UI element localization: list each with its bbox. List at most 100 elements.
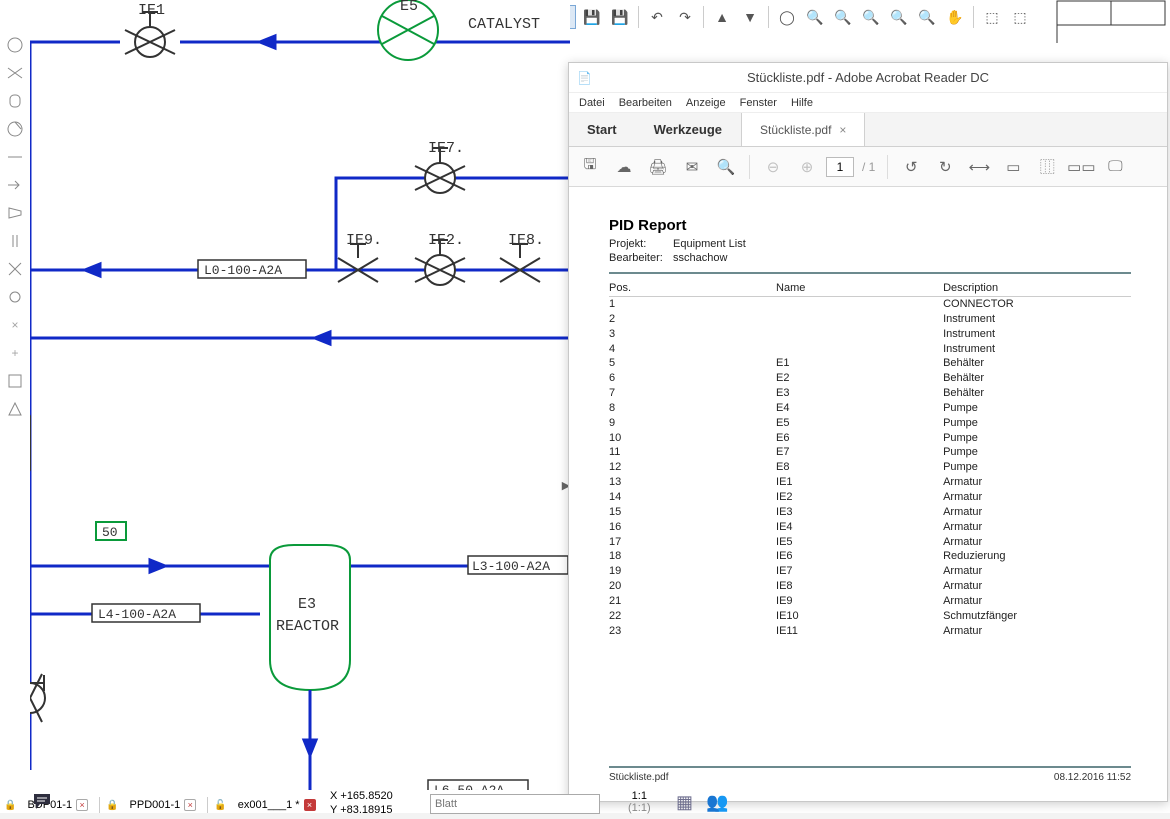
table-row: 11E7Pumpe <box>609 445 1131 460</box>
pdf-page[interactable]: PID Report Projekt:Equipment List Bearbe… <box>579 197 1161 797</box>
report-table: Pos. Name Description 1CONNECTOR2Instrum… <box>609 280 1131 638</box>
tab-document[interactable]: Stückliste.pdf× <box>741 113 865 146</box>
rotate-ccw-icon[interactable]: ↺ <box>896 152 926 182</box>
table-row: 14IE2Armatur <box>609 490 1131 505</box>
label-ie9: IE9. <box>346 232 382 249</box>
palette-circle-icon[interactable] <box>4 286 26 308</box>
palette-check-icon[interactable] <box>4 258 26 280</box>
page-number-input[interactable] <box>826 157 854 177</box>
palette-arrow-icon[interactable] <box>4 174 26 196</box>
zoom-previous-icon[interactable]: 🔍 <box>887 5 911 29</box>
projekt-value: Equipment List <box>673 238 746 250</box>
menu-hilfe[interactable]: Hilfe <box>791 97 813 109</box>
menu-datei[interactable]: Datei <box>579 97 605 109</box>
footer-file: Stückliste.pdf <box>609 772 668 783</box>
search-icon[interactable]: 🔍 <box>711 152 741 182</box>
palette-cross-icon[interactable]: × <box>4 314 26 336</box>
toolbar-sep <box>703 6 704 28</box>
menu-fenster[interactable]: Fenster <box>740 97 777 109</box>
palette-reducer-icon[interactable] <box>4 202 26 224</box>
save-all-icon[interactable]: 💾 <box>608 5 632 29</box>
tab-tools[interactable]: Werkzeuge <box>636 113 741 146</box>
palette-flange-icon[interactable] <box>4 230 26 252</box>
symbol-palette: × + <box>0 30 30 420</box>
close-icon[interactable]: × <box>76 799 88 811</box>
pan-icon[interactable]: ✋ <box>943 5 967 29</box>
mirror-h-icon[interactable]: ▲ <box>710 5 734 29</box>
fullscreen-icon[interactable]: 🖵 <box>1100 152 1130 182</box>
page-up-icon[interactable]: ⊖ <box>758 152 788 182</box>
projekt-label: Projekt: <box>609 238 673 250</box>
label-catalyst: CATALYST <box>468 16 540 33</box>
select-window-icon[interactable]: ⬚ <box>980 5 1004 29</box>
close-icon[interactable]: × <box>304 799 316 811</box>
file-tab[interactable]: ex001___1 *× <box>233 797 321 813</box>
table-row: 7E3Behälter <box>609 386 1131 401</box>
palette-tank-icon[interactable] <box>4 90 26 112</box>
rotate-cw-icon[interactable]: ↻ <box>930 152 960 182</box>
cloud-icon[interactable]: ☁ <box>609 152 639 182</box>
label-ie7: IE7. <box>428 140 464 157</box>
layers-icon[interactable]: ▦ <box>676 792 693 813</box>
save-icon[interactable]: 💾 <box>580 5 604 29</box>
coord-x: X +165.8520 <box>330 790 393 804</box>
label-e5: E5 <box>400 0 418 15</box>
label-50: 50 <box>102 525 118 540</box>
report-title: PID Report <box>609 217 1131 234</box>
zoom-window-icon[interactable]: 🔍 <box>859 5 883 29</box>
ratio-top: 1:1 <box>628 790 651 802</box>
col-desc: Description <box>943 280 1131 297</box>
zoom-out-icon[interactable]: 🔍 <box>831 5 855 29</box>
menu-bearbeiten[interactable]: Bearbeiten <box>619 97 672 109</box>
menu-anzeige[interactable]: Anzeige <box>686 97 726 109</box>
table-row: 23IE11Armatur <box>609 624 1131 639</box>
scroll-icon[interactable]: ⿲ <box>1032 152 1062 182</box>
tab-start[interactable]: Start <box>569 113 636 146</box>
close-icon[interactable]: × <box>184 799 196 811</box>
label-ie4: IE4 <box>30 707 35 734</box>
pid-canvas[interactable]: IE1 IE7. IE9. IE2. IE8. L0-100-A2A 50 L3… <box>30 0 570 790</box>
palette-plus-icon[interactable]: + <box>4 342 26 364</box>
palette-misc-icon[interactable] <box>4 370 26 392</box>
palette-misc2-icon[interactable] <box>4 398 26 420</box>
mirror-v-icon[interactable]: ▼ <box>738 5 762 29</box>
zoom-realtime-icon[interactable]: 🔍 <box>915 5 939 29</box>
ratio-bot: (1:1) <box>628 802 651 814</box>
unlock-icon: 🔓 <box>214 800 226 811</box>
fit-width-icon[interactable]: ⟷ <box>964 152 994 182</box>
table-row: 8E4Pumpe <box>609 401 1131 416</box>
palette-pump-icon[interactable] <box>4 118 26 140</box>
print-icon[interactable]: 🖨 <box>643 152 673 182</box>
bearbeiter-value: sschachow <box>673 252 727 264</box>
label-l6: L6-50-A2A <box>434 783 504 790</box>
two-page-icon[interactable]: ▭▭ <box>1066 152 1096 182</box>
label-l0: L0-100-A2A <box>204 263 282 278</box>
redo-icon[interactable]: ↷ <box>673 5 697 29</box>
toolbar-sep <box>887 155 888 179</box>
undo-icon[interactable]: ↶ <box>645 5 669 29</box>
pdf-window: 📄 Stückliste.pdf - Adobe Acrobat Reader … <box>568 62 1168 802</box>
pdf-titlebar[interactable]: 📄 Stückliste.pdf - Adobe Acrobat Reader … <box>569 63 1167 93</box>
palette-line-icon[interactable] <box>4 146 26 168</box>
palette-valve-icon[interactable] <box>4 62 26 84</box>
zoom-extents-icon[interactable]: ◯ <box>775 5 799 29</box>
chat-icon[interactable] <box>32 792 54 815</box>
file-tab[interactable]: PPD001-1× <box>125 797 202 813</box>
close-tab-icon[interactable]: × <box>839 123 846 137</box>
save-icon[interactable]: 🖫 <box>575 152 605 182</box>
label-ie1: IE1 <box>138 2 165 19</box>
blatt-input[interactable] <box>430 794 600 814</box>
objects-icon[interactable]: 👥 <box>706 792 728 813</box>
zoom-ratio: 1:1 (1:1) <box>628 790 651 814</box>
footer-date: 08.12.2016 11:52 <box>1054 772 1131 783</box>
table-row: 22IE10Schmutzfänger <box>609 609 1131 624</box>
label-e3a: E3 <box>298 596 316 613</box>
pdf-tabs: Start Werkzeuge Stückliste.pdf× <box>569 113 1167 147</box>
zoom-in-icon[interactable]: 🔍 <box>803 5 827 29</box>
palette-instrument-icon[interactable] <box>4 34 26 56</box>
mail-icon[interactable]: ✉ <box>677 152 707 182</box>
single-page-icon[interactable]: ▭ <box>998 152 1028 182</box>
page-down-icon[interactable]: ⊕ <box>792 152 822 182</box>
select-cross-icon[interactable]: ⬚ <box>1008 5 1032 29</box>
toolbar-sep <box>973 6 974 28</box>
